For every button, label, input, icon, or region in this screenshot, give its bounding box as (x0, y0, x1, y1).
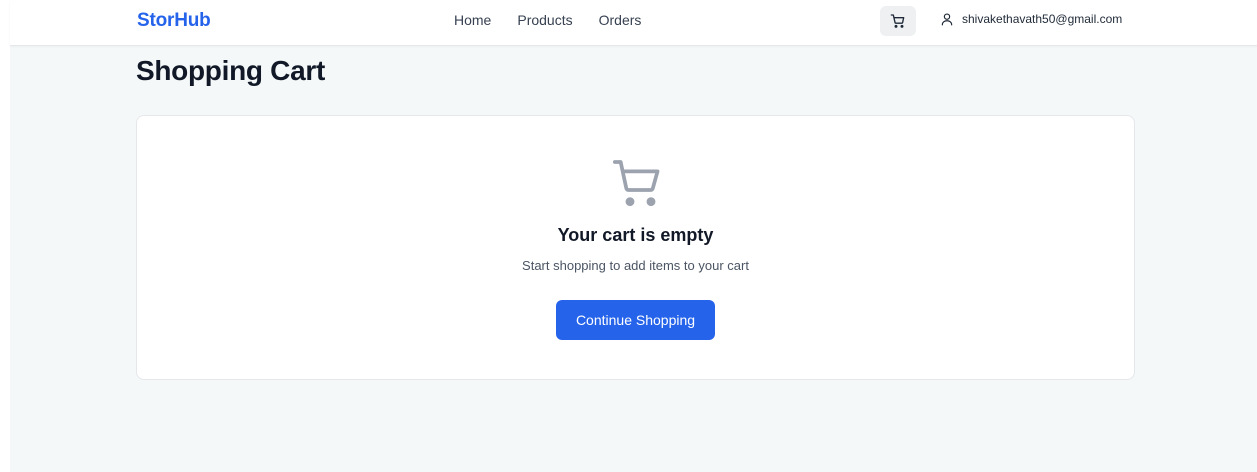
user-email: shivakethavath50@gmail.com (962, 12, 1123, 26)
empty-cart-subtitle: Start shopping to add items to your cart (522, 258, 749, 273)
main-nav: Home Products Orders (454, 12, 641, 28)
shopping-cart-icon (609, 155, 665, 211)
app-window: StorHub Home Products Orders shivakethav… (0, 0, 1257, 472)
page-title: Shopping Cart (136, 55, 325, 86)
shopping-cart-icon (890, 14, 905, 28)
empty-cart-card: Your cart is empty Start shopping to add… (136, 115, 1135, 380)
cart-button[interactable] (880, 6, 916, 36)
empty-cart-title: Your cart is empty (557, 225, 714, 245)
user-icon (940, 12, 954, 26)
top-navbar: StorHub Home Products Orders shivakethav… (10, 0, 1257, 46)
continue-shopping-button[interactable]: Continue Shopping (556, 300, 715, 340)
page-background: StorHub Home Products Orders shivakethav… (10, 0, 1257, 472)
brand-logo[interactable]: StorHub (137, 10, 211, 32)
nav-link-home[interactable]: Home (454, 12, 491, 28)
nav-link-products[interactable]: Products (517, 12, 572, 28)
user-menu[interactable]: shivakethavath50@gmail.com (940, 12, 1122, 26)
nav-link-orders[interactable]: Orders (599, 12, 642, 28)
